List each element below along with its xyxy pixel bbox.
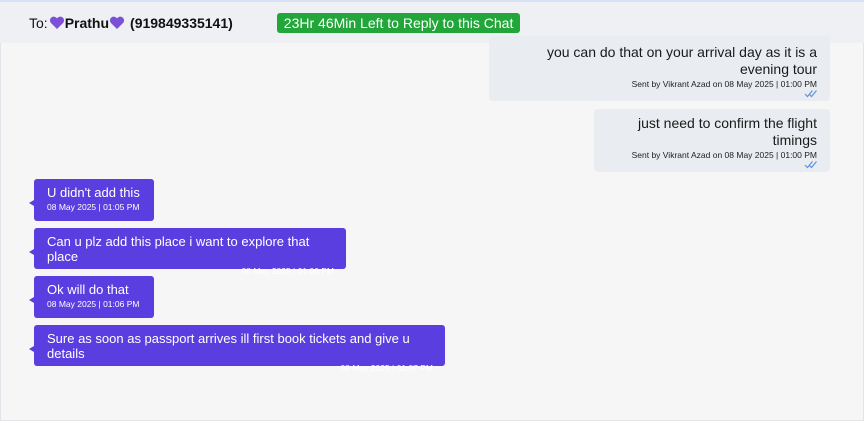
message-meta: 08 May 2025 | 01:06 PM bbox=[241, 266, 334, 276]
message-meta: 08 May 2025 | 01:05 PM bbox=[47, 202, 140, 212]
outgoing-message: you can do that on your arrival day as i… bbox=[489, 36, 830, 101]
message-text: just need to confirm the flight timings bbox=[638, 115, 817, 148]
double-check-icon bbox=[804, 85, 817, 98]
message-text: Can u plz add this place i want to explo… bbox=[47, 234, 310, 264]
incoming-message: Ok will do that 08 May 2025 | 01:06 PM bbox=[29, 276, 154, 318]
contact-phone: (919849335141) bbox=[130, 14, 233, 31]
message-meta: Sent by Vikrant Azad on 08 May 2025 | 01… bbox=[631, 79, 817, 89]
outgoing-message: just need to confirm the flight timings … bbox=[594, 109, 830, 172]
message-text: you can do that on your arrival day as i… bbox=[546, 44, 817, 77]
message-meta: 08 May 2025 | 01:07 PM bbox=[340, 363, 433, 373]
message-text: U didn't add this bbox=[47, 185, 140, 200]
incoming-message: Can u plz add this place i want to explo… bbox=[29, 228, 346, 276]
double-check-icon bbox=[804, 156, 817, 169]
contact-name: Prathu bbox=[64, 14, 110, 31]
incoming-message: Sure as soon as passport arrives ill fir… bbox=[29, 325, 445, 373]
reply-window-badge: 23Hr 46Min Left to Reply to this Chat bbox=[276, 12, 521, 33]
purple-heart-icon bbox=[49, 16, 65, 30]
recipient: To: Prathu (919849335141) bbox=[29, 15, 233, 31]
purple-heart-icon bbox=[109, 16, 125, 30]
to-label: To: bbox=[29, 14, 48, 31]
message-text: Ok will do that bbox=[47, 282, 129, 297]
incoming-message: U didn't add this 08 May 2025 | 01:05 PM bbox=[29, 179, 154, 221]
message-text: Sure as soon as passport arrives ill fir… bbox=[47, 331, 410, 361]
message-meta: Sent by Vikrant Azad on 08 May 2025 | 01… bbox=[631, 150, 817, 160]
message-meta: 08 May 2025 | 01:06 PM bbox=[47, 299, 140, 309]
